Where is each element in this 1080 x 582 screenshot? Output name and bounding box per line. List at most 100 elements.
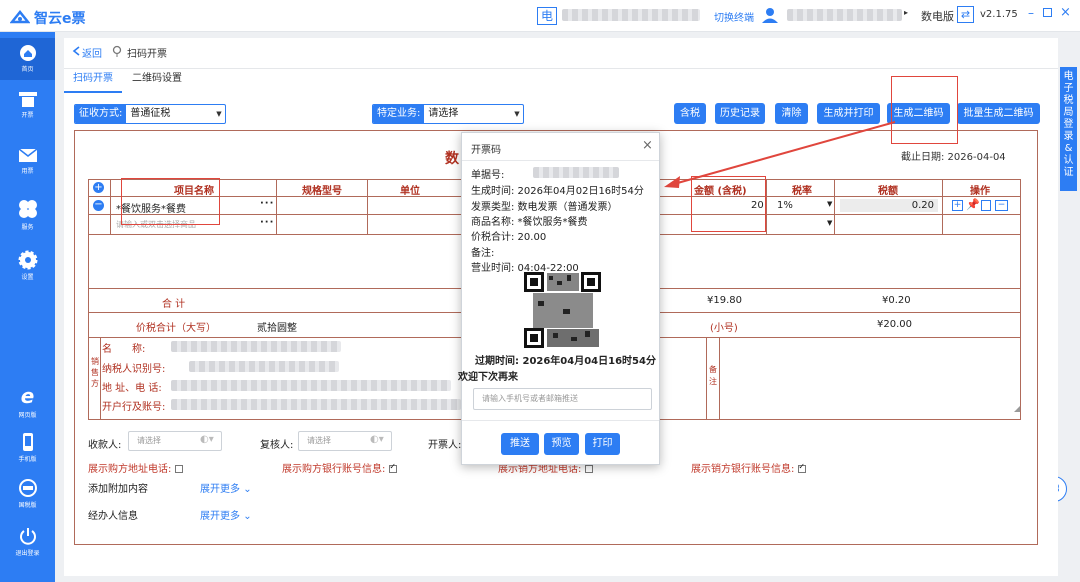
invoice-title: 数 xyxy=(445,151,459,167)
total-label: 合 计 xyxy=(162,299,186,310)
sidebar-item-use[interactable]: 用票 xyxy=(0,146,55,175)
page-title: 扫码开票 xyxy=(127,49,167,60)
agent-label: 经办人信息 xyxy=(88,511,138,522)
expand-extra-link[interactable]: 展开更多 ⌄ xyxy=(200,480,252,495)
preview-button[interactable]: 预览 xyxy=(544,433,579,455)
mail-icon xyxy=(18,148,37,162)
chevron-down-icon: ⌄ xyxy=(243,511,252,522)
total-value: 价税合计: 20.00 xyxy=(471,232,547,243)
row2-more-icon[interactable]: ··· xyxy=(260,217,274,228)
tab-qr-settings[interactable]: 二维码设置 xyxy=(122,68,192,93)
location-pin-icon xyxy=(112,45,122,57)
ie-icon: e xyxy=(20,384,35,408)
sidebar-item-logout[interactable]: 退出登录 xyxy=(0,526,55,557)
close-window-icon[interactable]: × xyxy=(1060,5,1071,20)
seller-bank-label: 开户行及账号: xyxy=(102,402,166,413)
user-avatar-icon[interactable] xyxy=(760,6,780,24)
seller-taxid-blurred xyxy=(189,361,339,372)
bill-no-label: 单据号: xyxy=(471,170,505,181)
app-logo-icon xyxy=(10,10,30,24)
home-icon xyxy=(19,45,36,61)
sidebar-item-settings[interactable]: 设置 xyxy=(0,250,55,281)
levy-select[interactable]: 征收方式: 普通征税 ▼ xyxy=(74,104,226,124)
show-buyer-bank-label[interactable]: 展示购方银行账号信息: xyxy=(282,460,398,475)
dropdown-arrow-icon: ◐▾ xyxy=(370,434,384,445)
back-link[interactable]: 返回 xyxy=(82,45,102,60)
modal-close-icon[interactable]: × xyxy=(642,138,653,153)
annotation-arrow-icon xyxy=(664,121,896,188)
sidebar-item-invoice[interactable]: 开票 xyxy=(0,90,55,119)
title-bar: 智云e票 电 切换终端 ▸ 数电版 ⇄ v2.1.75 – × xyxy=(0,0,1080,32)
delete-row-icon[interactable]: − xyxy=(995,200,1008,211)
sidebar-item-mobile[interactable]: 手机版 xyxy=(0,432,55,463)
small-label: (小号) xyxy=(710,323,738,334)
dropdown-arrow-icon[interactable]: ▼ xyxy=(827,200,832,208)
tab-divider xyxy=(64,68,1058,69)
settings-icon xyxy=(18,250,37,270)
add-row-icon[interactable]: + xyxy=(93,182,104,193)
invoice-type: 发票类型: 数电发票（普通发票） xyxy=(471,202,618,213)
row1-rate[interactable]: 1% xyxy=(777,200,793,211)
push-contact-input[interactable]: 请输入手机号或者邮箱推送 xyxy=(473,388,652,410)
sidebar-item-home[interactable]: 首页 xyxy=(0,38,55,80)
show-seller-address-checkbox[interactable] xyxy=(585,465,594,473)
dropdown-arrow-icon[interactable]: ▼ xyxy=(827,219,832,227)
sidebar-item-web[interactable]: e 网页版 xyxy=(0,384,55,419)
edition-label: 数电版 xyxy=(921,10,954,23)
push-button[interactable]: 推送 xyxy=(501,433,539,455)
sidebar-item-service[interactable]: 服务 xyxy=(0,198,55,231)
minimize-icon[interactable]: – xyxy=(1028,6,1034,20)
sidebar-item-tax[interactable]: 国税版 xyxy=(0,478,55,509)
sidebar: 首页 开票 用票 服务 设置 e 网页版 手机版 国税版 退出登录 xyxy=(0,32,55,582)
row1-tax-field: 0.20 xyxy=(840,199,938,212)
resize-handle-icon[interactable]: ◢ xyxy=(1014,404,1020,413)
print-button[interactable]: 打印 xyxy=(585,433,620,455)
invoice-icon xyxy=(18,92,37,107)
expire-time: 过期时间: 2026年04月04日16时54分 xyxy=(475,356,656,367)
sum-words: 贰拾圆整 xyxy=(257,323,297,334)
app-title: 智云e票 xyxy=(34,11,86,27)
add-item-icon[interactable]: + xyxy=(952,200,963,211)
switch-terminal-link[interactable]: 切换终端 xyxy=(714,9,754,24)
special-business-select[interactable]: 特定业务: 请选择 ▼ xyxy=(372,104,524,124)
expand-agent-link[interactable]: 展开更多 ⌄ xyxy=(200,507,252,522)
dropdown-arrow-icon: ▼ xyxy=(216,110,222,118)
seller-address-label: 地 址、电 话: xyxy=(102,383,162,394)
tax-number-blurred xyxy=(562,9,700,21)
switch-edition-icon[interactable]: ⇄ xyxy=(957,6,974,23)
invoice-code-modal: 开票码 × 单据号: 生成时间: 2026年04月02日16时54分 发票类型:… xyxy=(458,132,660,465)
tax-bureau-login-panel[interactable]: 电子税局登录&认证 xyxy=(1060,67,1077,191)
user-menu-arrow-icon[interactable]: ▸ xyxy=(904,8,908,17)
show-buyer-address-checkbox[interactable] xyxy=(175,465,184,473)
seller-name-label: 名 称: xyxy=(102,344,146,355)
payee-label: 收款人: xyxy=(88,440,122,451)
seller-title: 销售方 xyxy=(91,357,99,388)
col-header-unit: 单位 xyxy=(400,186,420,197)
dropdown-arrow-icon: ◐▾ xyxy=(200,434,214,445)
seller-address-blurred xyxy=(171,380,451,391)
qr-code-icon xyxy=(523,271,602,349)
document-icon[interactable] xyxy=(981,200,991,211)
seller-name-blurred xyxy=(171,341,341,352)
remove-row-icon[interactable]: − xyxy=(93,200,104,211)
power-icon xyxy=(19,528,36,545)
modal-title: 开票码 xyxy=(471,145,501,156)
annotation-box-qr-button xyxy=(891,76,958,144)
show-buyer-address-label[interactable]: 展示购方地址电话: xyxy=(88,460,184,475)
show-buyer-bank-checkbox[interactable] xyxy=(389,462,398,473)
seller-taxid-label: 纳税人识别号: xyxy=(102,364,166,375)
pin-icon[interactable]: 📌 xyxy=(966,198,980,211)
total-tax: ¥0.20 xyxy=(882,295,911,306)
reviewer-label: 复核人: xyxy=(260,440,294,451)
show-seller-bank-checkbox[interactable] xyxy=(798,462,807,473)
maximize-icon[interactable] xyxy=(1043,8,1052,17)
tab-scan-invoice[interactable]: 扫码开票 xyxy=(64,68,122,93)
chevron-left-icon[interactable] xyxy=(72,46,80,56)
annotation-box-item-name xyxy=(121,178,220,225)
show-seller-bank-label[interactable]: 展示销方银行账号信息: xyxy=(691,460,807,475)
tax-icon xyxy=(18,479,37,497)
batch-generate-qr-button[interactable]: 批量生成二维码 xyxy=(957,103,1040,124)
col-header-ops: 操作 xyxy=(970,186,990,197)
row1-more-icon[interactable]: ··· xyxy=(260,198,274,209)
dropdown-arrow-icon: ▼ xyxy=(514,110,520,118)
